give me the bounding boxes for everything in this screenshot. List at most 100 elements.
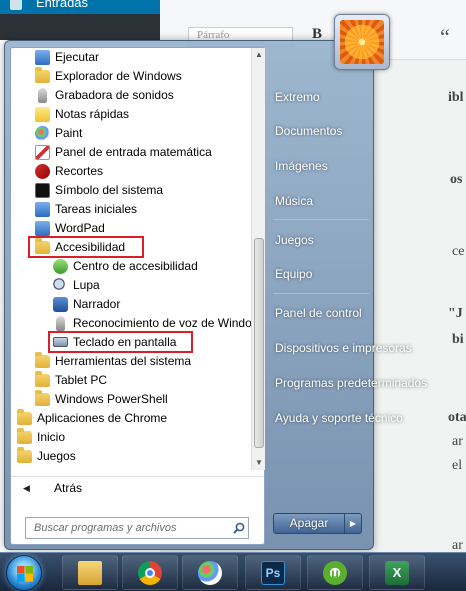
taskbar-utorrent[interactable]: µ (307, 555, 363, 590)
search-input[interactable] (25, 517, 249, 539)
program-label: Notas rápidas (55, 107, 130, 121)
taskbar-chrome[interactable] (122, 555, 178, 590)
back-arrow-icon: ◀ (23, 483, 30, 493)
right-item-equipo[interactable]: Equipo (275, 264, 312, 284)
right-item-extremo[interactable]: Extremo (275, 87, 320, 107)
explorer-icon (35, 67, 50, 83)
program-label: Grabadora de sonidos (55, 88, 174, 102)
program-label: Windows PowerShell (55, 392, 168, 406)
chrome-icon (138, 560, 162, 585)
article-text-fragment: el (452, 458, 463, 473)
start-menu-left-panel: Ejecutar Explorador de Windows Grabadora… (10, 47, 265, 545)
folder-juegos[interactable]: Juegos (17, 447, 251, 465)
flower-avatar-image (340, 20, 384, 64)
program-reconocimiento-voz[interactable]: Reconocimiento de voz de Windows (53, 314, 251, 332)
right-item-documentos[interactable]: Documentos (275, 121, 342, 141)
math-input-icon (35, 144, 50, 160)
folder-aplicaciones-chrome[interactable]: Aplicaciones de Chrome (17, 409, 251, 427)
program-label: Recortes (55, 164, 104, 178)
program-narrador[interactable]: Narrador (53, 295, 251, 313)
folder-icon (17, 447, 32, 463)
command-prompt-icon (35, 182, 50, 198)
program-label: Tablet PC (55, 373, 108, 387)
shutdown-button[interactable]: Apagar (273, 513, 345, 534)
search-icon[interactable] (233, 522, 245, 534)
article-text-fragment: os (450, 172, 463, 187)
right-item-musica[interactable]: Música (275, 191, 313, 211)
taskbar-paint[interactable] (182, 555, 238, 590)
program-label: Accesibilidad (55, 240, 126, 254)
folder-herramientas[interactable]: Herramientas del sistema (35, 352, 251, 370)
right-item-programas-predeterminados[interactable]: Programas predeterminados (275, 373, 427, 393)
speech-recognition-icon (56, 315, 65, 331)
article-text-fragment: bi (452, 332, 464, 347)
blockquote-button[interactable]: “ (440, 24, 450, 50)
article-text-fragment: ibl (448, 90, 464, 105)
start-button[interactable] (6, 555, 42, 591)
program-teclado-pantalla[interactable]: Teclado en pantalla (53, 333, 251, 351)
snipping-tool-icon (35, 163, 50, 179)
program-panel-matematica[interactable]: Panel de entrada matemática (35, 143, 251, 161)
right-item-imagenes[interactable]: Imágenes (275, 156, 328, 176)
folder-inicio[interactable]: Inicio (17, 428, 251, 446)
taskbar-explorer[interactable] (62, 555, 118, 590)
run-icon (35, 49, 50, 65)
taskbar: Ps µ X (0, 552, 466, 591)
program-simbolo-sistema[interactable]: Símbolo del sistema (35, 181, 251, 199)
wordpad-icon (35, 220, 50, 236)
user-avatar[interactable] (334, 14, 390, 70)
program-label: Centro de accesibilidad (73, 259, 198, 273)
program-label: Reconocimiento de voz de Windows (73, 316, 251, 330)
scroll-up-arrow-icon[interactable]: ▲ (252, 48, 266, 62)
program-wordpad[interactable]: WordPad (35, 219, 251, 237)
program-centro-accesibilidad[interactable]: Centro de accesibilidad (53, 257, 251, 275)
folder-powershell[interactable]: Windows PowerShell (35, 390, 251, 408)
right-item-panel-control[interactable]: Panel de control (275, 303, 362, 323)
pin-icon (10, 0, 22, 10)
excel-icon: X (385, 560, 409, 585)
narrator-icon (53, 296, 68, 312)
article-text-fragment: ar (452, 434, 463, 449)
folder-icon (35, 390, 50, 406)
program-ejecutar[interactable]: Ejecutar (35, 48, 251, 66)
program-notas[interactable]: Notas rápidas (35, 105, 251, 123)
right-panel-separator (273, 293, 369, 294)
program-grabadora[interactable]: Grabadora de sonidos (35, 86, 251, 104)
folder-icon (35, 352, 50, 368)
program-tareas-iniciales[interactable]: Tareas iniciales (35, 200, 251, 218)
taskbar-excel[interactable]: X (369, 555, 425, 590)
scroll-down-arrow-icon[interactable]: ▼ (252, 456, 266, 470)
program-label: Símbolo del sistema (55, 183, 164, 197)
article-text-fragment: ota (448, 410, 466, 425)
all-programs-list: Ejecutar Explorador de Windows Grabadora… (11, 48, 251, 470)
right-item-ayuda[interactable]: Ayuda y soporte técnico (275, 408, 403, 428)
program-paint[interactable]: Paint (35, 124, 251, 142)
ease-of-access-icon (53, 258, 68, 274)
on-screen-keyboard-icon (53, 337, 68, 347)
program-label: Herramientas del sistema (55, 354, 192, 368)
program-label: Paint (55, 126, 83, 140)
scroll-thumb[interactable] (254, 238, 264, 448)
program-label: Panel de entrada matemática (55, 145, 212, 159)
program-label: Teclado en pantalla (73, 335, 177, 349)
back-label: Atrás (54, 481, 83, 495)
taskbar-photoshop[interactable]: Ps (245, 555, 301, 590)
sidebar-item-entradas[interactable]: Entradas (0, 0, 160, 14)
program-label: Ejecutar (55, 50, 100, 64)
right-item-juegos[interactable]: Juegos (275, 230, 314, 250)
program-label: Lupa (73, 278, 100, 292)
program-explorador[interactable]: Explorador de Windows (35, 67, 251, 85)
magnifier-icon (53, 277, 68, 293)
program-recortes[interactable]: Recortes (35, 162, 251, 180)
folder-tablet-pc[interactable]: Tablet PC (35, 371, 251, 389)
program-label: Tareas iniciales (55, 202, 138, 216)
back-button[interactable]: ◀ Atrás (11, 476, 264, 498)
shutdown-options-arrow-icon[interactable]: ▶ (344, 513, 362, 534)
program-list-scrollbar[interactable]: ▲ ▼ (251, 48, 265, 470)
right-item-dispositivos[interactable]: Dispositivos e impresoras (275, 338, 412, 358)
sidebar-item-entradas-label: Entradas (36, 0, 89, 10)
microphone-icon (38, 87, 47, 103)
folder-accesibilidad[interactable]: Accesibilidad (35, 238, 251, 256)
program-lupa[interactable]: Lupa (53, 276, 251, 294)
article-text-fragment: ce (452, 244, 465, 259)
